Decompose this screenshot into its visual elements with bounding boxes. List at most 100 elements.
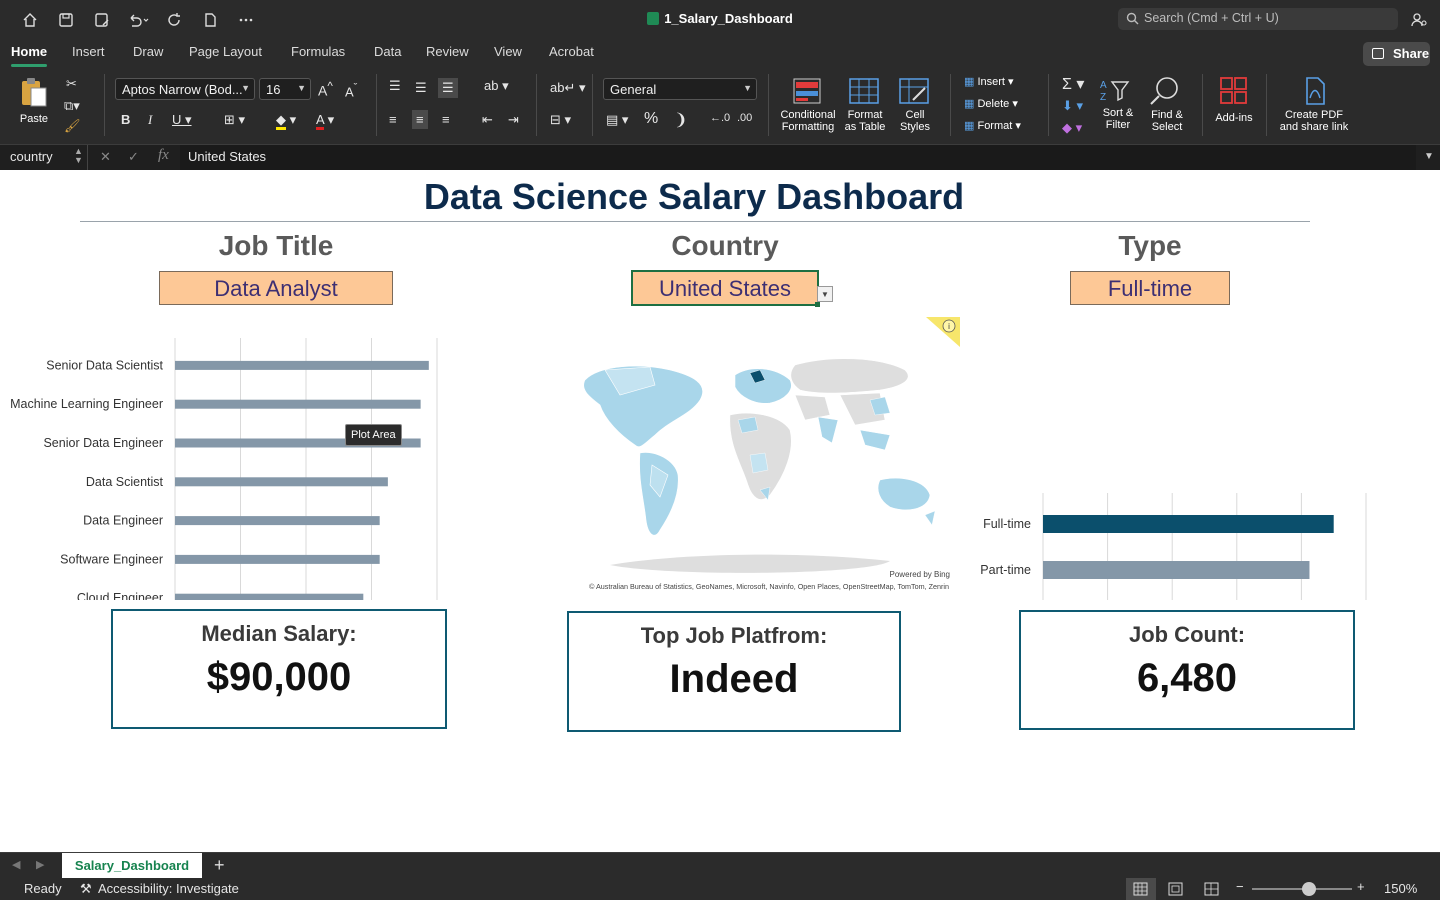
- add-ins-icon: [1220, 77, 1247, 104]
- world-map[interactable]: Powered by Bing © Australian Bureau of S…: [560, 325, 960, 595]
- name-box[interactable]: country ▲ ▼: [0, 145, 88, 170]
- worksheet[interactable]: Data Science Salary Dashboard Job Title …: [0, 170, 1440, 852]
- align-top-icon[interactable]: ☰: [389, 78, 401, 94]
- align-right-icon[interactable]: ≡: [442, 112, 450, 127]
- format-cells-button[interactable]: ▦ Format ▾: [964, 120, 1021, 132]
- enter-icon[interactable]: ✓: [128, 149, 139, 165]
- number-format-select[interactable]: General ▼: [603, 78, 757, 100]
- copy-icon[interactable]: ⧉▾: [64, 98, 80, 114]
- formula-input[interactable]: United States: [180, 145, 1416, 170]
- job-title-bar[interactable]: [175, 399, 421, 409]
- comma-style-icon[interactable]: ❩: [674, 110, 687, 130]
- category-label: Full-time: [983, 517, 1031, 531]
- account-icon[interactable]: [1410, 11, 1428, 34]
- zoom-slider[interactable]: [1252, 882, 1352, 896]
- fill-icon[interactable]: ⬇ ▾: [1062, 98, 1083, 114]
- job-title-bar[interactable]: [175, 554, 380, 564]
- job-type-bar[interactable]: [1043, 515, 1334, 533]
- tab-acrobat[interactable]: Acrobat: [549, 44, 594, 59]
- tab-draw[interactable]: Draw: [133, 44, 163, 59]
- normal-view-icon[interactable]: [1126, 878, 1156, 900]
- sheet-tab-salary-dashboard[interactable]: Salary_Dashboard: [62, 853, 202, 878]
- font-name-select[interactable]: Aptos Narrow (Bod... ▼: [115, 78, 255, 100]
- country-cell[interactable]: United States: [631, 270, 819, 306]
- job-title-bar[interactable]: [175, 516, 380, 526]
- delete-cells-button[interactable]: ▦ Delete ▾: [964, 98, 1018, 110]
- tab-data[interactable]: Data: [374, 44, 401, 59]
- job-type-bar[interactable]: [1043, 561, 1310, 579]
- tab-home[interactable]: Home: [11, 44, 48, 67]
- country-heading: Country: [671, 230, 779, 261]
- cut-icon[interactable]: ✂: [66, 76, 77, 92]
- zoom-slider-thumb[interactable]: [1302, 882, 1316, 896]
- format-painter-icon[interactable]: 🖌: [64, 118, 81, 134]
- align-left-icon[interactable]: ≡: [389, 112, 397, 127]
- job-title-bar[interactable]: [175, 477, 388, 487]
- tab-page-layout[interactable]: Page Layout: [189, 44, 262, 59]
- italic-icon[interactable]: I: [148, 112, 152, 128]
- paste-button[interactable]: Paste: [14, 76, 54, 125]
- cancel-icon[interactable]: ✕: [100, 149, 111, 165]
- zoom-level[interactable]: 150%: [1384, 881, 1417, 896]
- tab-view[interactable]: View: [494, 44, 522, 59]
- align-middle-icon[interactable]: ☰: [415, 80, 427, 96]
- add-ins-button[interactable]: Add-ins: [1212, 76, 1256, 124]
- align-bottom-icon[interactable]: ☰: [438, 78, 458, 98]
- sort-filter-button[interactable]: AZ Sort & Filter: [1096, 76, 1140, 131]
- borders-icon[interactable]: ⊞ ▾: [224, 112, 245, 128]
- zoom-in-icon[interactable]: +: [1357, 879, 1365, 894]
- expand-formula-icon[interactable]: ▼: [1424, 151, 1434, 162]
- fill-color-icon[interactable]: ◆ ▾: [276, 112, 296, 130]
- type-cell[interactable]: Full-time: [1070, 271, 1230, 305]
- stepper-icon[interactable]: ▲ ▼: [74, 147, 83, 165]
- job-title-cell[interactable]: Data Analyst: [159, 271, 393, 305]
- align-center-icon[interactable]: ≡: [412, 110, 428, 129]
- bold-icon[interactable]: B: [121, 112, 130, 127]
- tab-formulas[interactable]: Formulas: [291, 44, 345, 59]
- clear-icon[interactable]: ◆ ▾: [1062, 120, 1082, 136]
- tab-review[interactable]: Review: [426, 44, 469, 59]
- increase-decimal-icon[interactable]: ←.0: [710, 112, 730, 124]
- underline-icon[interactable]: U ▾: [172, 112, 192, 128]
- font-color-icon[interactable]: A ▾: [316, 112, 334, 130]
- category-label: Data Engineer: [83, 514, 163, 528]
- find-select-button[interactable]: Find & Select: [1144, 76, 1190, 133]
- decrease-decimal-icon[interactable]: .00: [737, 112, 752, 124]
- page-break-view-icon[interactable]: [1202, 878, 1222, 900]
- merge-center-icon[interactable]: ⊟ ▾: [550, 112, 571, 128]
- increase-font-icon[interactable]: A^: [318, 80, 333, 99]
- scroll-right-icon[interactable]: ▶: [36, 858, 44, 871]
- format-as-table-icon: [849, 78, 879, 104]
- orientation-icon[interactable]: ab ▾: [484, 78, 509, 94]
- cell-styles-button[interactable]: Cell Styles: [892, 78, 938, 133]
- map-credit-sources: © Australian Bureau of Statistics, GeoNa…: [589, 582, 949, 591]
- accessibility-status[interactable]: Accessibility: Investigate: [98, 881, 239, 896]
- job-title-salary-chart[interactable]: $0K$40K$80K$120K$160KSenior Data Scienti…: [0, 320, 470, 600]
- decrease-indent-icon[interactable]: ⇤: [482, 112, 493, 128]
- zoom-out-icon[interactable]: −: [1236, 879, 1244, 894]
- wrap-text-icon[interactable]: ab↵ ▾: [550, 80, 586, 96]
- decrease-font-icon[interactable]: Aˇ: [345, 82, 357, 99]
- job-title-bar[interactable]: [175, 360, 429, 370]
- share-button[interactable]: Share: [1363, 42, 1430, 66]
- scroll-left-icon[interactable]: ◀: [12, 858, 20, 871]
- increase-indent-icon[interactable]: ⇥: [508, 112, 519, 128]
- create-pdf-button[interactable]: Create PDF and share link: [1276, 76, 1352, 133]
- fill-handle[interactable]: [815, 302, 820, 307]
- job-title-bar[interactable]: [175, 593, 364, 600]
- autosum-icon[interactable]: Σ ▾: [1062, 74, 1084, 94]
- country-dropdown-button[interactable]: ▼: [817, 286, 833, 302]
- search-input[interactable]: Search (Cmd + Ctrl + U): [1118, 8, 1398, 30]
- tab-insert[interactable]: Insert: [72, 44, 105, 59]
- page-layout-view-icon[interactable]: [1166, 878, 1186, 900]
- add-sheet-icon[interactable]: +: [214, 855, 225, 876]
- conditional-formatting-button[interactable]: Conditional Formatting: [778, 78, 838, 133]
- chevron-down-icon: ▼: [743, 83, 752, 93]
- font-size-select[interactable]: 16 ▼: [259, 78, 311, 100]
- function-icon[interactable]: fx: [158, 147, 169, 164]
- percent-icon[interactable]: %: [644, 110, 658, 128]
- insert-cells-button[interactable]: ▦ Insert ▾: [964, 76, 1014, 88]
- accounting-format-icon[interactable]: ▤ ▾: [606, 112, 628, 128]
- job-type-salary-chart[interactable]: $0K$20K$40K$60K$80K$100KFull-timePart-ti…: [950, 320, 1430, 600]
- format-as-table-button[interactable]: Format as Table: [840, 78, 890, 133]
